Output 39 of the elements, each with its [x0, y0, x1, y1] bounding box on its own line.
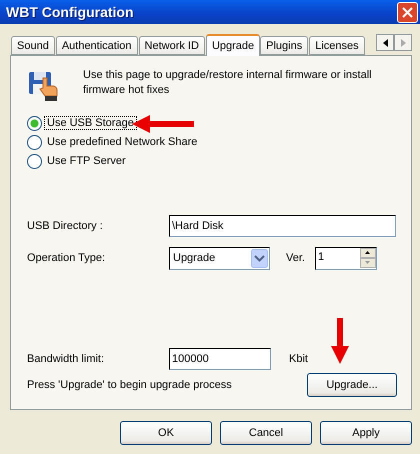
field-label: Operation Type: — [27, 252, 106, 264]
radio-button[interactable] — [27, 154, 42, 168]
tab[interactable]: Upgrade — [206, 34, 260, 56]
radio-option[interactable]: Use FTP Server — [27, 152, 397, 170]
close-button[interactable] — [397, 2, 418, 22]
upgrade-button[interactable]: Upgrade... — [307, 373, 397, 397]
close-icon — [402, 6, 413, 18]
description-text: Use this page to upgrade/restore internal firmware or install firmware hot fixes — [83, 68, 373, 98]
hint-text: Press 'Upgrade' to begin upgrade process — [27, 379, 232, 391]
operation-dropdown[interactable]: Upgrade — [169, 246, 270, 270]
pointer-arrow-icon — [331, 318, 349, 364]
tab[interactable]: Plugins — [260, 36, 308, 55]
radio-button[interactable] — [27, 116, 42, 130]
bandwidth-field[interactable]: 100000 — [169, 348, 271, 370]
version-label: Ver. — [286, 252, 305, 264]
field-label: Bandwidth limit: — [27, 353, 106, 365]
tab[interactable]: Sound — [11, 36, 55, 55]
radio-dot-icon — [30, 118, 39, 128]
field-label: USB Directory : — [27, 220, 104, 232]
dialog-button[interactable]: Cancel — [220, 421, 312, 445]
right-arrow-icon — [400, 38, 406, 46]
radio-button[interactable] — [27, 134, 42, 150]
radio-option[interactable]: Use USB Storage — [27, 114, 397, 132]
version-spinner[interactable]: 1 — [314, 246, 377, 270]
unit-label: Kbit — [289, 353, 308, 365]
down-arrow-icon — [365, 261, 370, 264]
window-title: WBT Configuration — [6, 4, 134, 20]
tab[interactable]: Licenses — [309, 36, 365, 55]
dialog-button[interactable]: OK — [120, 421, 212, 445]
scroll-left-button[interactable] — [376, 34, 394, 51]
tab[interactable]: Authentication — [56, 36, 138, 55]
pointer-arrow-icon — [132, 115, 194, 133]
dialog-button[interactable]: Apply — [320, 421, 412, 445]
directory-field[interactable]: \Hard Disk — [169, 215, 396, 237]
left-arrow-icon — [382, 38, 388, 46]
tab[interactable]: Network ID — [138, 36, 205, 55]
spin-up-button[interactable] — [360, 248, 376, 258]
radio-option[interactable]: Use predefined Network Share — [27, 133, 397, 151]
up-arrow-icon — [365, 251, 370, 254]
